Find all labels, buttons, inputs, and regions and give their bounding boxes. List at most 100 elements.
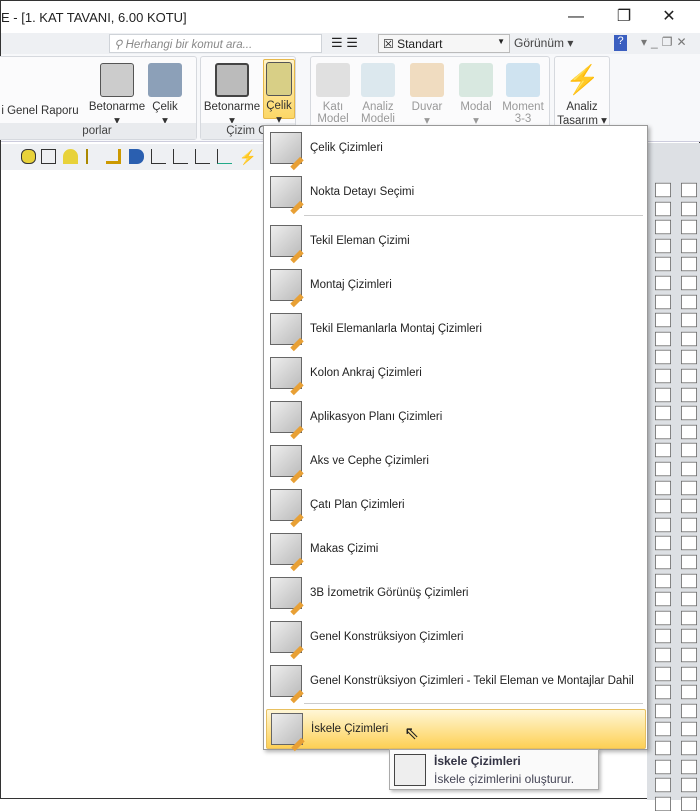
menu-item-roof-plan-drawings[interactable]: Çatı Plan Çizimleri bbox=[266, 485, 646, 525]
toolbar-tool-icon[interactable] bbox=[681, 238, 697, 253]
toolbar-tool-icon[interactable] bbox=[655, 666, 671, 681]
toolbar-tool-icon[interactable] bbox=[655, 294, 671, 309]
restore-button[interactable]: ❐ bbox=[604, 5, 644, 29]
report-concrete-button[interactable]: Betonarme ▾ bbox=[88, 61, 146, 127]
menu-item-truss-drawing[interactable]: Makas Çizimi bbox=[266, 529, 646, 569]
toolbar-tool-icon[interactable] bbox=[655, 722, 671, 737]
graph-p-icon[interactable] bbox=[173, 149, 188, 164]
menu-item-axis-facade-drawings[interactable]: Aks ve Cephe Çizimleri bbox=[266, 441, 646, 481]
toolbar-tool-icon[interactable] bbox=[681, 591, 697, 607]
menu-item-application-plan-drawings[interactable]: Aplikasyon Planı Çizimleri bbox=[266, 397, 646, 437]
corner-icon[interactable] bbox=[106, 149, 121, 164]
toolbar-tool-icon[interactable] bbox=[681, 257, 697, 272]
toolbar-tool-icon[interactable] bbox=[681, 536, 697, 551]
toolbar-tool-icon[interactable] bbox=[655, 536, 671, 551]
toolbar-tool-icon[interactable] bbox=[681, 722, 697, 737]
command-search-input[interactable]: ⚲ Herhangi bir komut ara... bbox=[109, 34, 322, 53]
view-menu[interactable]: Görünüm ▾ bbox=[514, 36, 573, 50]
toolbar-tool-icon[interactable] bbox=[681, 480, 697, 495]
toolbar-tool-icon[interactable] bbox=[681, 647, 697, 663]
toolbar-tool-icon[interactable] bbox=[681, 777, 697, 793]
toolbar-tool-icon[interactable] bbox=[655, 312, 671, 328]
graph-query-icon[interactable] bbox=[195, 149, 210, 164]
menu-item-single-element-drawing[interactable]: Tekil Eleman Çizimi bbox=[266, 221, 646, 261]
toolbar-tool-icon[interactable] bbox=[655, 257, 671, 272]
column-icon[interactable] bbox=[21, 149, 36, 164]
menu-item-general-construction-full-drawings[interactable]: Genel Konstrüksiyon Çizimleri - Tekil El… bbox=[266, 661, 646, 701]
toolbar-tool-icon[interactable] bbox=[655, 554, 671, 570]
toolbar-tool-icon[interactable] bbox=[681, 331, 697, 346]
toolbar-tool-icon[interactable] bbox=[681, 498, 697, 514]
toolbar-tool-icon[interactable] bbox=[681, 573, 697, 588]
toolbar-tool-icon[interactable] bbox=[655, 443, 671, 458]
drawing-steel-button[interactable]: Çelik ▾ bbox=[263, 59, 295, 126]
shape-icon[interactable] bbox=[129, 149, 144, 164]
toolbar-tool-icon[interactable] bbox=[655, 331, 671, 346]
toolbar-tool-icon[interactable] bbox=[681, 610, 697, 625]
toolbar-tool-icon[interactable] bbox=[681, 666, 697, 681]
toolbar-tool-icon[interactable] bbox=[655, 684, 671, 700]
menu-item-general-construction-drawings[interactable]: Genel Konstrüksiyon Çizimleri bbox=[266, 617, 646, 657]
drawing-concrete-button[interactable]: Betonarme ▾ bbox=[203, 61, 261, 127]
toolbar-tool-icon[interactable] bbox=[681, 461, 697, 477]
toolbar-tool-icon[interactable] bbox=[681, 350, 697, 365]
toolbar-tool-icon[interactable] bbox=[655, 759, 671, 774]
wall-button[interactable]: Duvar ▾ bbox=[405, 61, 449, 127]
toolbar-tool-icon[interactable] bbox=[681, 387, 697, 402]
dome-icon[interactable] bbox=[63, 149, 78, 164]
toolbar-tool-icon[interactable] bbox=[655, 647, 671, 663]
mdi-controls[interactable]: ▾_❐✕ bbox=[641, 35, 691, 49]
layers-icon[interactable]: ☰ ☰ bbox=[331, 35, 358, 51]
toolbar-tool-icon[interactable] bbox=[681, 759, 697, 774]
toolbar-tool-icon[interactable] bbox=[655, 461, 671, 477]
toolbar-tool-icon[interactable] bbox=[681, 405, 697, 421]
solid-model-button[interactable]: Katı Model bbox=[313, 61, 353, 125]
graph-icon[interactable] bbox=[151, 149, 166, 164]
toolbar-tool-icon[interactable] bbox=[655, 629, 671, 644]
toolbar-tool-icon[interactable] bbox=[655, 591, 671, 607]
toolbar-tool-icon[interactable] bbox=[681, 443, 697, 458]
toolbar-tool-icon[interactable] bbox=[655, 350, 671, 365]
toolbar-tool-icon[interactable] bbox=[655, 275, 671, 291]
menu-item-steel-drawings[interactable]: Çelik Çizimleri bbox=[266, 128, 646, 168]
menu-item-node-detail-selection[interactable]: Nokta Detayı Seçimi bbox=[266, 172, 646, 212]
toolbar-tool-icon[interactable] bbox=[681, 424, 697, 439]
toolbar-tool-icon[interactable] bbox=[681, 740, 697, 756]
toolbar-tool-icon[interactable] bbox=[681, 219, 697, 235]
anchor-icon[interactable] bbox=[86, 149, 101, 164]
toolbar-tool-icon[interactable] bbox=[681, 368, 697, 384]
toolbar-tool-icon[interactable] bbox=[681, 275, 697, 291]
toolbar-tool-icon[interactable] bbox=[655, 517, 671, 532]
toolbar-tool-icon[interactable] bbox=[681, 294, 697, 309]
stair-icon[interactable] bbox=[41, 149, 56, 164]
toolbar-tool-icon[interactable] bbox=[655, 182, 671, 198]
toolbar-tool-icon[interactable] bbox=[655, 201, 671, 216]
moment-button[interactable]: Moment 3-3 bbox=[499, 61, 547, 125]
toolbar-tool-icon[interactable] bbox=[681, 684, 697, 700]
toolbar-tool-icon[interactable] bbox=[655, 610, 671, 625]
style-select[interactable]: ☒ Standart ▼ bbox=[378, 34, 510, 53]
toolbar-tool-icon[interactable] bbox=[655, 498, 671, 514]
toolbar-tool-icon[interactable] bbox=[681, 517, 697, 532]
toolbar-tool-icon[interactable] bbox=[655, 777, 671, 793]
menu-item-3d-isometric-drawings[interactable]: 3B İzometrik Görünüş Çizimleri bbox=[266, 573, 646, 613]
toolbar-tool-icon[interactable] bbox=[655, 405, 671, 421]
toolbar-tool-icon[interactable] bbox=[681, 629, 697, 644]
toolbar-tool-icon[interactable] bbox=[681, 703, 697, 718]
menu-item-scaffold-drawings[interactable]: İskele Çizimleri bbox=[266, 709, 646, 749]
lightning-icon[interactable]: ⚡ bbox=[239, 149, 256, 165]
toolbar-tool-icon[interactable] bbox=[655, 703, 671, 718]
general-report-button[interactable]: i Genel Raporu bbox=[0, 105, 82, 117]
toolbar-tool-icon[interactable] bbox=[655, 573, 671, 588]
menu-item-single-elements-assembly-drawings[interactable]: Tekil Elemanlarla Montaj Çizimleri bbox=[266, 309, 646, 349]
report-steel-button[interactable]: Çelik ▾ bbox=[140, 61, 190, 127]
menu-item-column-anchor-drawings[interactable]: Kolon Ankraj Çizimleri bbox=[266, 353, 646, 393]
toolbar-tool-icon[interactable] bbox=[655, 480, 671, 495]
minimize-button[interactable]: — bbox=[556, 5, 596, 29]
help-icon[interactable]: ? bbox=[614, 35, 627, 51]
toolbar-tool-icon[interactable] bbox=[655, 387, 671, 402]
toolbar-tool-icon[interactable] bbox=[655, 368, 671, 384]
toolbar-tool-icon[interactable] bbox=[655, 238, 671, 253]
close-button[interactable]: ✕ bbox=[649, 5, 689, 29]
toolbar-tool-icon[interactable] bbox=[655, 219, 671, 235]
